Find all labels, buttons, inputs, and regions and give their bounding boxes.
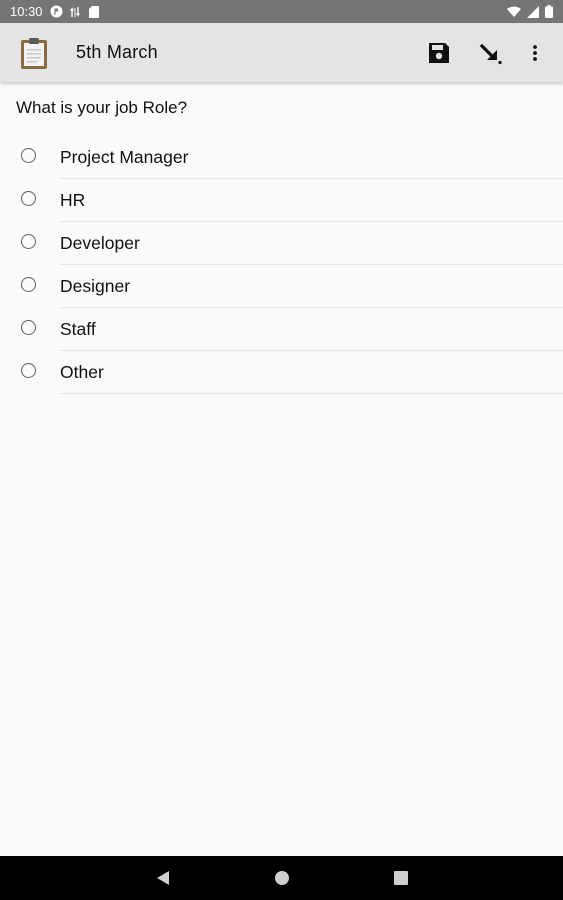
import-button[interactable]	[472, 34, 510, 72]
clipboard-icon	[20, 37, 48, 70]
floppy-disk-icon	[429, 43, 449, 63]
data-activity-icon	[69, 6, 82, 18]
radio-option-other[interactable]: Other	[0, 351, 563, 394]
save-button[interactable]	[420, 34, 458, 72]
notification-icon	[50, 5, 63, 18]
radio-button[interactable]	[21, 277, 36, 292]
radio-option-hr[interactable]: HR	[0, 179, 563, 222]
question-text: What is your job Role?	[16, 98, 188, 117]
home-circle-icon	[275, 871, 289, 885]
radio-button[interactable]	[21, 191, 36, 206]
signal-icon	[527, 5, 539, 18]
more-options-button[interactable]	[516, 34, 554, 72]
home-button[interactable]	[269, 866, 295, 890]
status-left: 10:30	[10, 4, 99, 19]
radio-button[interactable]	[21, 148, 36, 163]
option-label: Designer	[60, 276, 131, 296]
radio-option-designer[interactable]: Designer	[0, 265, 563, 308]
back-button[interactable]	[150, 866, 176, 890]
radio-button[interactable]	[21, 363, 36, 378]
more-vert-icon	[533, 45, 537, 61]
battery-icon	[545, 5, 553, 18]
navigation-bar	[0, 856, 563, 900]
app-bar: 5th March	[0, 23, 563, 82]
radio-group: Project Manager HR Developer Designer St…	[0, 136, 563, 394]
back-triangle-icon	[157, 871, 169, 885]
option-label: Project Manager	[60, 147, 189, 167]
arrow-down-right-icon	[479, 43, 502, 65]
radio-button[interactable]	[21, 234, 36, 249]
wifi-icon	[507, 6, 521, 17]
divider	[60, 393, 563, 394]
radio-option-project-manager[interactable]: Project Manager	[0, 136, 563, 179]
option-label: Developer	[60, 233, 140, 253]
status-bar: 10:30	[0, 0, 563, 23]
option-label: Staff	[60, 319, 96, 339]
sd-card-icon	[88, 5, 99, 18]
radio-option-developer[interactable]: Developer	[0, 222, 563, 265]
radio-button[interactable]	[21, 320, 36, 335]
recents-button[interactable]	[388, 866, 414, 890]
radio-option-staff[interactable]: Staff	[0, 308, 563, 351]
option-label: HR	[60, 190, 86, 210]
recents-square-icon	[394, 871, 408, 885]
page-title: 5th March	[76, 42, 158, 62]
status-right	[507, 5, 553, 18]
option-label: Other	[60, 362, 104, 382]
status-time: 10:30	[10, 4, 43, 19]
